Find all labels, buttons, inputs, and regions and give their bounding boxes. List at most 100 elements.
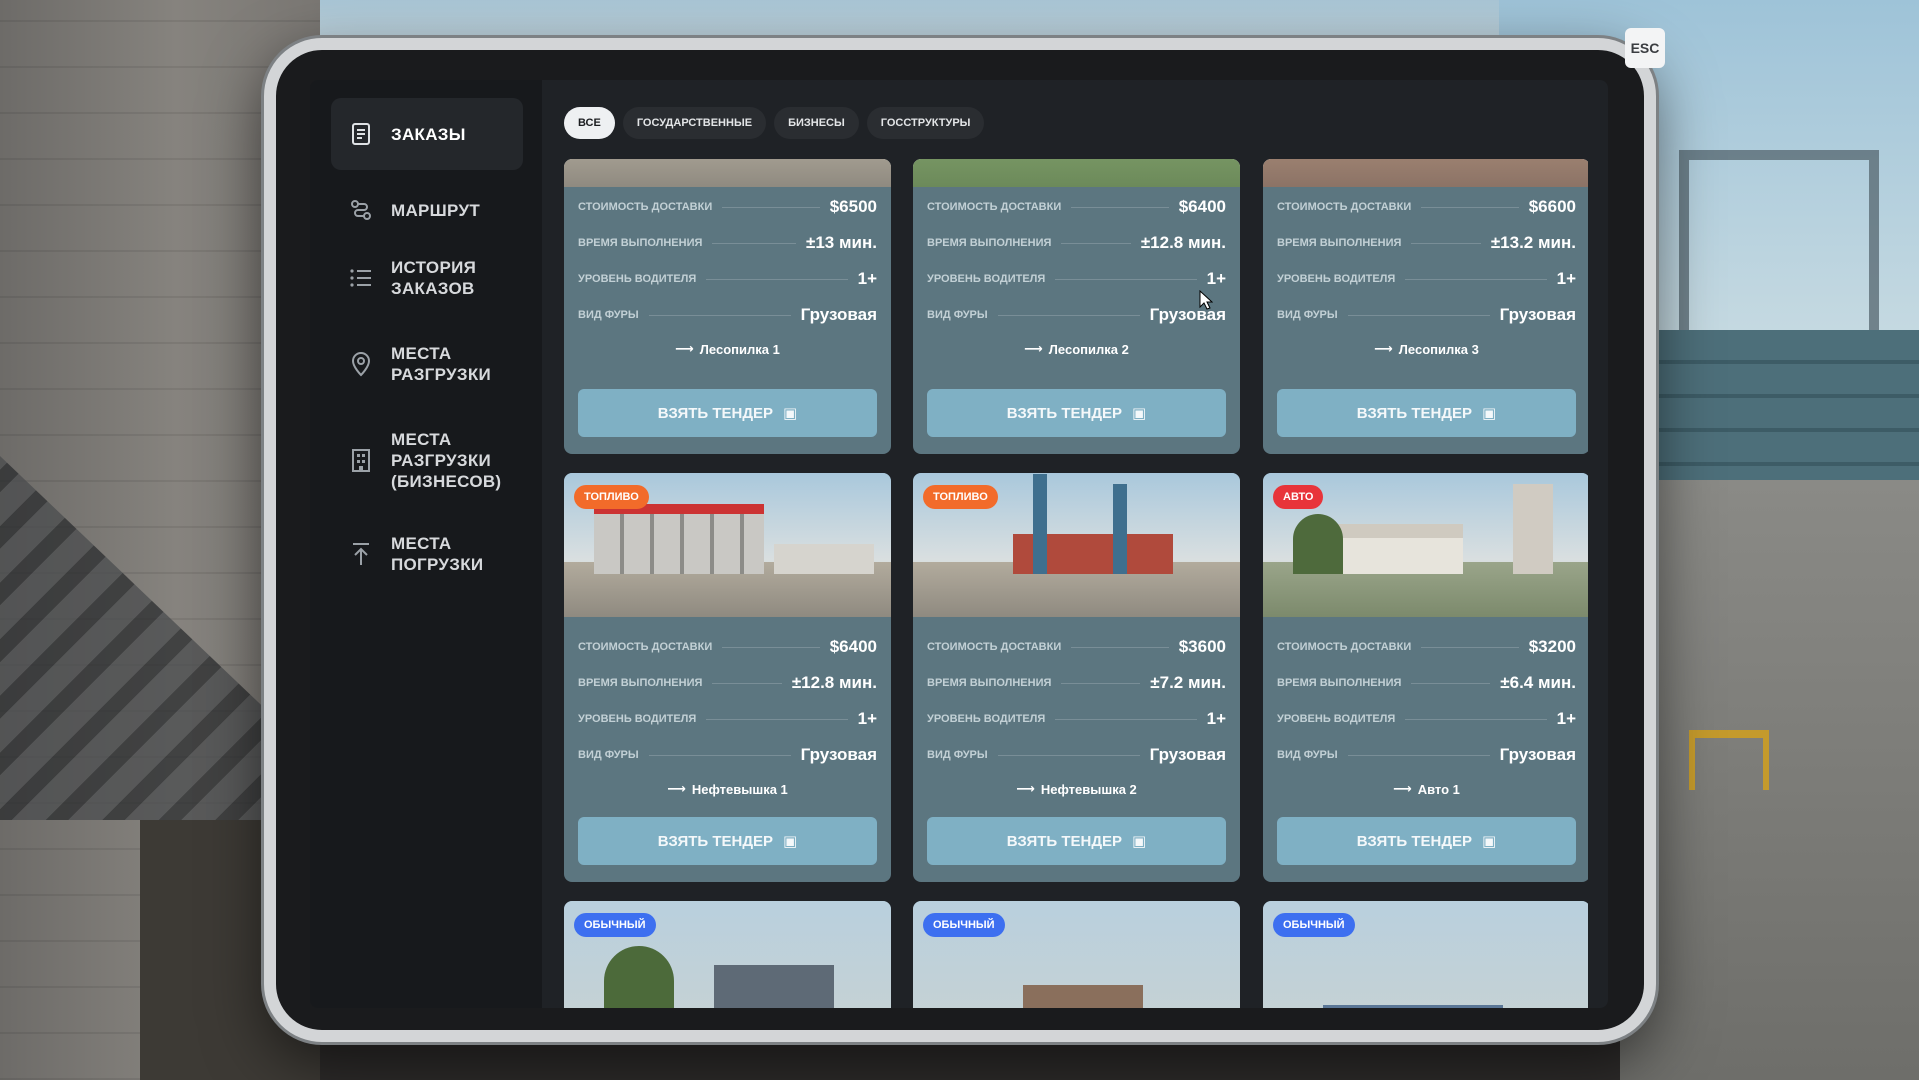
truck-value: Грузовая	[1149, 305, 1226, 324]
document-icon: ▣	[783, 833, 798, 850]
order-card: СТОИМОСТЬ ДОСТАВКИ $6400 ВРЕМЯ ВЫПОЛНЕНИЯ…	[913, 159, 1240, 454]
sidebar-item-label: МАРШРУТ	[391, 200, 481, 220]
button-label: ВЗЯТЬ ТЕНДЕР	[1356, 832, 1473, 850]
take-tender-button[interactable]: ВЗЯТЬ ТЕНДЕР ▣	[1277, 817, 1576, 865]
level-value: 1+	[1206, 269, 1226, 288]
location-image	[564, 159, 891, 187]
level-label: УРОВЕНЬ ВОДИТЕЛЯ	[927, 273, 1046, 285]
time-value: ±12.8 мин.	[1140, 233, 1226, 252]
sidebar-item-business-unloading[interactable]: МЕСТА РАЗГРУЗКИ (БИЗНЕСОВ)	[331, 418, 523, 502]
esc-button[interactable]: ESC	[1625, 28, 1665, 68]
time-value: ±13.2 мин.	[1490, 233, 1576, 252]
time-value: ±13 мин.	[806, 233, 877, 252]
order-card: ОБЫЧНЫЙ	[1263, 901, 1588, 1008]
mouse-cursor-icon	[1199, 289, 1214, 315]
order-card: ОБЫЧНЫЙ	[913, 901, 1240, 1008]
orders-grid: СТОИМОСТЬ ДОСТАВКИ $6500 ВРЕМЯ ВЫПОЛНЕНИЯ…	[564, 159, 1588, 1008]
button-label: ВЗЯТЬ ТЕНДЕР	[657, 404, 774, 422]
truck-label: ВИД ФУРЫ	[1277, 749, 1338, 761]
tab-businesses[interactable]: БИЗНЕСЫ	[774, 107, 859, 139]
location-image	[1263, 159, 1588, 187]
upload-icon	[331, 541, 391, 567]
order-details: СТОИМОСТЬ ДОСТАВКИ $3200 ВРЕМЯ ВЫПОЛНЕНИЯ…	[1277, 629, 1576, 805]
take-tender-button[interactable]: ВЗЯТЬ ТЕНДЕР ▣	[1277, 389, 1576, 437]
time-label: ВРЕМЯ ВЫПОЛНЕНИЯ	[578, 677, 703, 689]
yellow-barrier	[1689, 730, 1769, 790]
sidebar-item-unloading-places[interactable]: МЕСТА РАЗГРУЗКИ	[331, 334, 523, 394]
time-value: ±6.4 мин.	[1500, 673, 1576, 692]
location-image: АВТО	[1263, 473, 1588, 617]
order-card: СТОИМОСТЬ ДОСТАВКИ $6500 ВРЕМЯ ВЫПОЛНЕНИЯ…	[564, 159, 891, 454]
sidebar-item-label: МЕСТА РАЗГРУЗКИ (БИЗНЕСОВ)	[391, 429, 502, 491]
sidebar-item-loading-places[interactable]: МЕСТА ПОГРУЗКИ	[331, 524, 523, 584]
destination: ⟶ Нефтевышка 1	[578, 773, 877, 805]
take-tender-button[interactable]: ВЗЯТЬ ТЕНДЕР ▣	[578, 389, 877, 437]
destination-name: Авто 1	[1417, 781, 1460, 797]
take-tender-button[interactable]: ВЗЯТЬ ТЕНДЕР ▣	[578, 817, 877, 865]
level-label: УРОВЕНЬ ВОДИТЕЛЯ	[927, 713, 1046, 725]
truck-value: Грузовая	[1499, 745, 1576, 764]
document-icon: ▣	[1482, 405, 1497, 422]
sidebar-item-order-history[interactable]: ИСТОРИЯ ЗАКАЗОВ	[331, 248, 523, 308]
level-label: УРОВЕНЬ ВОДИТЕЛЯ	[1277, 713, 1396, 725]
order-card: ОБЫЧНЫЙ	[564, 901, 891, 1008]
level-label: УРОВЕНЬ ВОДИТЕЛЯ	[578, 273, 697, 285]
document-icon: ▣	[1482, 833, 1497, 850]
cost-label: СТОИМОСТЬ ДОСТАВКИ	[927, 201, 1062, 213]
location-image: ТОПЛИВО	[564, 473, 891, 617]
take-tender-button[interactable]: ВЗЯТЬ ТЕНДЕР ▣	[927, 389, 1226, 437]
level-value: 1+	[1556, 709, 1576, 728]
category-badge: ОБЫЧНЫЙ	[574, 913, 656, 937]
truck-value: Грузовая	[1499, 305, 1576, 324]
level-label: УРОВЕНЬ ВОДИТЕЛЯ	[1277, 273, 1396, 285]
category-badge: ТОПЛИВО	[923, 485, 998, 509]
filter-tabs: ВСЕ ГОСУДАРСТВЕННЫЕ БИЗНЕСЫ ГОССТРУКТУРЫ	[564, 107, 985, 139]
shipping-containers	[1619, 330, 1919, 500]
sidebar-item-label: МЕСТА ПОГРУЗКИ	[391, 534, 484, 574]
building-icon	[331, 447, 391, 473]
time-label: ВРЕМЯ ВЫПОЛНЕНИЯ	[1277, 237, 1402, 249]
level-value: 1+	[1556, 269, 1576, 288]
list-icon	[331, 267, 391, 289]
button-label: ВЗЯТЬ ТЕНДЕР	[1006, 832, 1123, 850]
clipboard-icon	[331, 122, 391, 146]
sidebar-item-route[interactable]: МАРШРУТ	[331, 186, 523, 234]
category-badge: ОБЫЧНЫЙ	[923, 913, 1005, 937]
destination-name: Нефтевышка 1	[691, 781, 788, 797]
destination-name: Лесопилка 1	[699, 341, 780, 357]
destination: ⟶ Авто 1	[1277, 773, 1576, 805]
cost-label: СТОИМОСТЬ ДОСТАВКИ	[578, 201, 713, 213]
truck-label: ВИД ФУРЫ	[927, 309, 988, 321]
level-value: 1+	[857, 709, 877, 728]
location-image	[913, 159, 1240, 187]
cost-value: $6400	[829, 637, 877, 656]
order-card: СТОИМОСТЬ ДОСТАВКИ $6600 ВРЕМЯ ВЫПОЛНЕНИЯ…	[1263, 159, 1588, 454]
tab-all[interactable]: ВСЕ	[564, 107, 615, 139]
order-card: ТОПЛИВО СТОИМОСТЬ ДОСТАВКИ $3600 ВРЕМЯ ВЫ…	[913, 473, 1240, 882]
arrow-right-icon: ⟶	[1393, 781, 1412, 796]
button-label: ВЗЯТЬ ТЕНДЕР	[1006, 404, 1123, 422]
time-label: ВРЕМЯ ВЫПОЛНЕНИЯ	[927, 237, 1052, 249]
tablet-device: ЗАКАЗЫ МАРШРУТ ИСТОРИЯ ЗАКАЗОВ МЕСТА РАЗ…	[264, 38, 1656, 1042]
sidebar-item-label: МЕСТА РАЗГРУЗКИ	[391, 344, 492, 384]
tablet-screen: ЗАКАЗЫ МАРШРУТ ИСТОРИЯ ЗАКАЗОВ МЕСТА РАЗ…	[310, 80, 1608, 1008]
category-badge: АВТО	[1273, 485, 1324, 509]
truck-value: Грузовая	[800, 305, 877, 324]
category-badge: ОБЫЧНЫЙ	[1273, 913, 1355, 937]
tab-gov-structures[interactable]: ГОССТРУКТУРЫ	[866, 107, 985, 139]
level-label: УРОВЕНЬ ВОДИТЕЛЯ	[578, 713, 697, 725]
order-details: СТОИМОСТЬ ДОСТАВКИ $6600 ВРЕМЯ ВЫПОЛНЕНИЯ…	[1277, 189, 1576, 365]
sidebar-item-orders[interactable]: ЗАКАЗЫ	[331, 98, 523, 170]
document-icon: ▣	[1132, 405, 1147, 422]
take-tender-button[interactable]: ВЗЯТЬ ТЕНДЕР ▣	[927, 817, 1226, 865]
arrow-right-icon: ⟶	[667, 781, 686, 796]
cost-value: $6600	[1528, 197, 1576, 216]
truck-value: Грузовая	[800, 745, 877, 764]
sidebar: ЗАКАЗЫ МАРШРУТ ИСТОРИЯ ЗАКАЗОВ МЕСТА РАЗ…	[310, 80, 542, 1008]
time-label: ВРЕМЯ ВЫПОЛНЕНИЯ	[1277, 677, 1402, 689]
arrow-right-icon: ⟶	[675, 341, 694, 356]
order-details: СТОИМОСТЬ ДОСТАВКИ $6500 ВРЕМЯ ВЫПОЛНЕНИЯ…	[578, 189, 877, 365]
tab-state[interactable]: ГОСУДАРСТВЕННЫЕ	[622, 107, 767, 139]
truck-label: ВИД ФУРЫ	[578, 749, 639, 761]
location-image: ОБЫЧНЫЙ	[913, 901, 1240, 1008]
